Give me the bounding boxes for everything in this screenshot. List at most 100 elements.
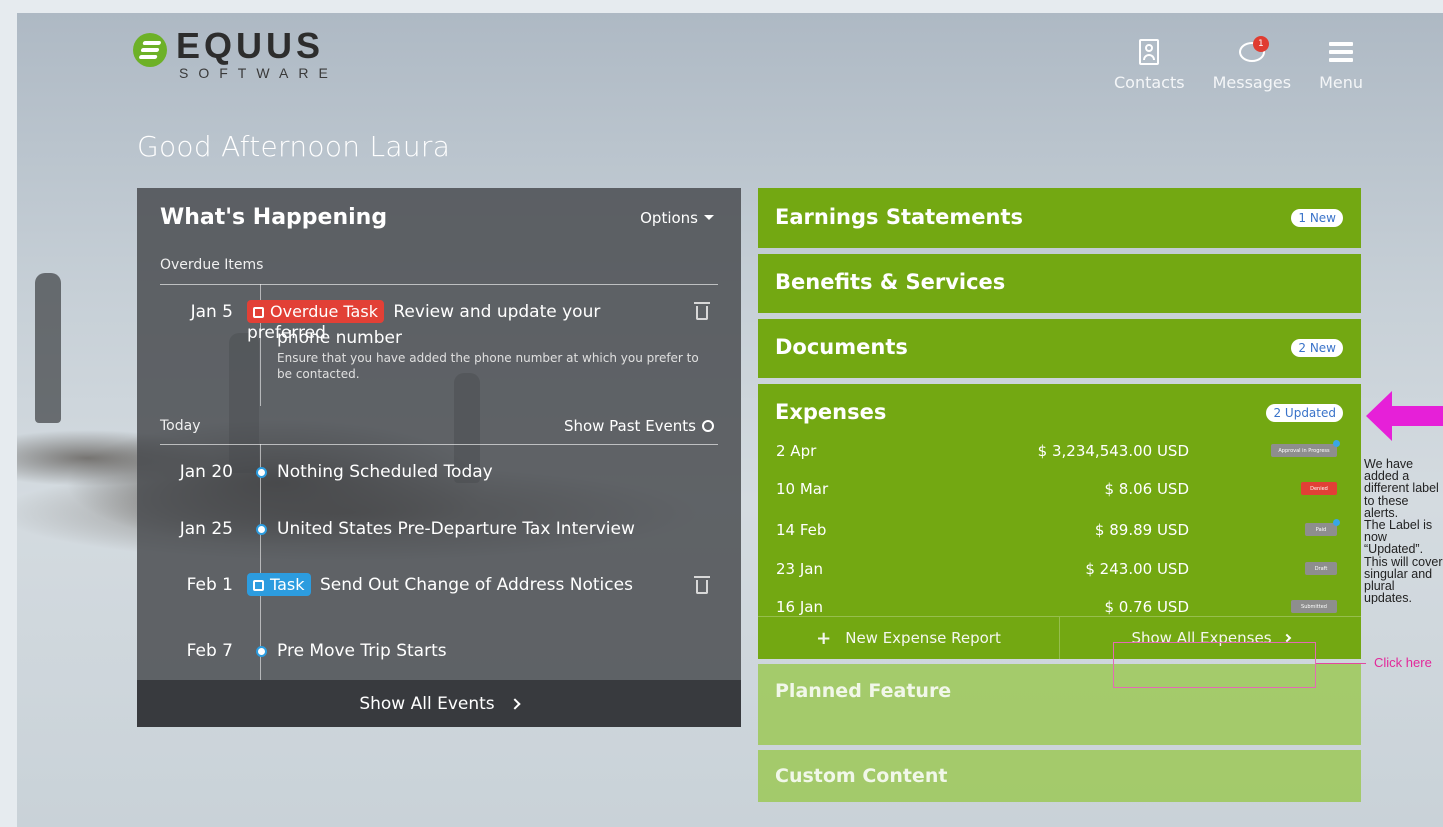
- event-title: Send Out Change of Address Notices: [319, 575, 633, 595]
- background-figure: [35, 273, 61, 423]
- expense-row[interactable]: 2 Apr $ 3,234,543.00 USD Approval in Pro…: [776, 440, 1340, 464]
- overdue-section-label: Overdue Items: [160, 257, 264, 273]
- event-date: Feb 1: [186, 575, 233, 595]
- expense-date: 2 Apr: [776, 442, 817, 460]
- status-badge: Approval in Progress: [1271, 440, 1340, 457]
- trash-icon[interactable]: [694, 576, 710, 594]
- annotation-click-here: Click here: [1374, 655, 1432, 670]
- event-title: Pre Move Trip Starts: [277, 641, 447, 661]
- timeline-dot: [256, 646, 267, 657]
- expense-amount: $ 3,234,543.00 USD: [1037, 442, 1189, 460]
- expense-date: 16 Jan: [776, 598, 823, 616]
- tile-benefits-services[interactable]: Benefits & Services: [758, 254, 1361, 313]
- new-expense-report-label: New Expense Report: [845, 629, 1001, 647]
- today-section-label: Today: [160, 418, 201, 434]
- event-row[interactable]: Feb 7 Pre Move Trip Starts: [160, 641, 718, 665]
- event-date: Jan 25: [179, 519, 233, 539]
- tag-label: Overdue Task: [270, 302, 378, 321]
- event-date: Feb 7: [186, 641, 233, 661]
- event-row[interactable]: Jan 20 Nothing Scheduled Today: [160, 462, 718, 486]
- logo-icon: [133, 33, 167, 67]
- timeline-dot: [256, 524, 267, 535]
- expense-amount: $ 243.00 USD: [1085, 560, 1189, 578]
- expense-amount: $ 89.89 USD: [1094, 521, 1189, 539]
- nav-menu-label: Menu: [1319, 73, 1363, 92]
- plus-icon: +: [816, 627, 832, 649]
- tile-expenses: Expenses 2 Updated 2 Apr $ 3,234,543.00 …: [758, 384, 1361, 659]
- status-label: Paid: [1315, 526, 1327, 533]
- status-label: Denied: [1310, 485, 1328, 492]
- brand-name: EQUUS: [176, 25, 325, 66]
- tile-title: Custom Content: [775, 765, 948, 787]
- new-expense-report-button[interactable]: + New Expense Report: [758, 617, 1059, 659]
- annotation-leader-line: [1316, 663, 1366, 664]
- tile-title: Planned Feature: [775, 680, 952, 702]
- annotation-note: We have added a different label to these…: [1364, 458, 1443, 605]
- event-row[interactable]: Jan 25 United States Pre-Departure Tax I…: [160, 519, 718, 543]
- messages-count-badge: 1: [1252, 36, 1269, 52]
- event-row[interactable]: Feb 1 Task Send Out Change of Address No…: [160, 573, 718, 601]
- updated-dot: [1333, 519, 1340, 526]
- nav-messages-label: Messages: [1212, 73, 1292, 92]
- status-badge: Submitted: [1291, 600, 1337, 613]
- tile-title: Documents: [775, 335, 908, 359]
- greeting: Good Afternoon Laura: [137, 130, 451, 163]
- click-target-highlight: [1113, 642, 1316, 688]
- trash-icon[interactable]: [694, 302, 710, 320]
- event-title: Nothing Scheduled Today: [277, 462, 493, 482]
- chevron-right-icon: [1282, 633, 1291, 643]
- event-title-cont: phone number: [277, 328, 402, 348]
- show-past-events[interactable]: Show Past Events: [564, 417, 714, 435]
- updated-badge: 2 Updated: [1266, 404, 1343, 422]
- hamburger-icon: [1329, 42, 1354, 62]
- divider: [160, 284, 718, 285]
- updated-dot: [1333, 440, 1340, 447]
- nav-menu[interactable]: Menu: [1319, 37, 1363, 92]
- expense-date: 14 Feb: [776, 521, 827, 539]
- overdue-event[interactable]: Jan 5 Overdue Task Review and update you…: [160, 300, 718, 392]
- event-date: Jan 20: [179, 462, 233, 482]
- task-tag: Task: [247, 573, 311, 596]
- show-past-label: Show Past Events: [563, 417, 696, 435]
- status-label: Approval in Progress: [1278, 447, 1330, 454]
- tile-earnings-statements[interactable]: Earnings Statements 1 New: [758, 188, 1361, 248]
- timeline-dot: [256, 467, 267, 478]
- nav-messages[interactable]: 1 Messages: [1212, 36, 1292, 92]
- overdue-task-tag: Overdue Task: [247, 300, 384, 323]
- status-label: Submitted: [1301, 603, 1327, 610]
- event-description: Ensure that you have added the phone num…: [277, 351, 699, 381]
- external-link-icon: [253, 307, 264, 318]
- panel-title: What's Happening: [160, 205, 388, 230]
- nav-contacts-label: Contacts: [1114, 73, 1185, 92]
- expense-date: 23 Jan: [776, 560, 823, 578]
- brand-logo[interactable]: EQUUS SOFTWARE: [133, 25, 338, 81]
- expense-amount: $ 8.06 USD: [1104, 480, 1189, 498]
- expense-row[interactable]: 10 Mar $ 8.06 USD Denied: [776, 480, 1337, 502]
- nav-contacts[interactable]: Contacts: [1114, 37, 1185, 92]
- show-all-events-button[interactable]: Show All Events: [137, 680, 741, 727]
- options-label: Options: [640, 209, 698, 227]
- tile-title: Benefits & Services: [775, 270, 1006, 294]
- expense-amount: $ 0.76 USD: [1104, 598, 1189, 616]
- show-all-events-label: Show All Events: [359, 693, 495, 714]
- status-badge: Paid: [1305, 519, 1340, 536]
- tile-documents[interactable]: Documents 2 New: [758, 319, 1361, 378]
- new-badge: 1 New: [1291, 209, 1343, 227]
- expense-row[interactable]: 14 Feb $ 89.89 USD Paid: [776, 519, 1340, 543]
- tile-custom-content[interactable]: Custom Content: [758, 750, 1361, 802]
- checkbox-icon: [253, 580, 264, 591]
- chevron-right-icon: [508, 697, 521, 710]
- options-dropdown[interactable]: Options: [640, 209, 714, 227]
- tile-title: Earnings Statements: [775, 205, 1024, 229]
- status-label: Draft: [1314, 565, 1328, 572]
- new-badge: 2 New: [1291, 339, 1343, 357]
- whats-happening-panel: What's Happening Options Overdue Items J…: [137, 188, 741, 727]
- tag-label: Task: [270, 575, 305, 594]
- event-title: United States Pre-Departure Tax Intervie…: [277, 519, 635, 539]
- top-nav: Contacts 1 Messages Menu: [1114, 36, 1363, 92]
- status-badge: Denied: [1301, 482, 1337, 495]
- annotation-arrow-icon: [1366, 391, 1443, 441]
- divider: [160, 444, 718, 445]
- expense-row[interactable]: 23 Jan $ 243.00 USD Draft: [776, 560, 1337, 582]
- tile-title: Expenses: [775, 400, 887, 424]
